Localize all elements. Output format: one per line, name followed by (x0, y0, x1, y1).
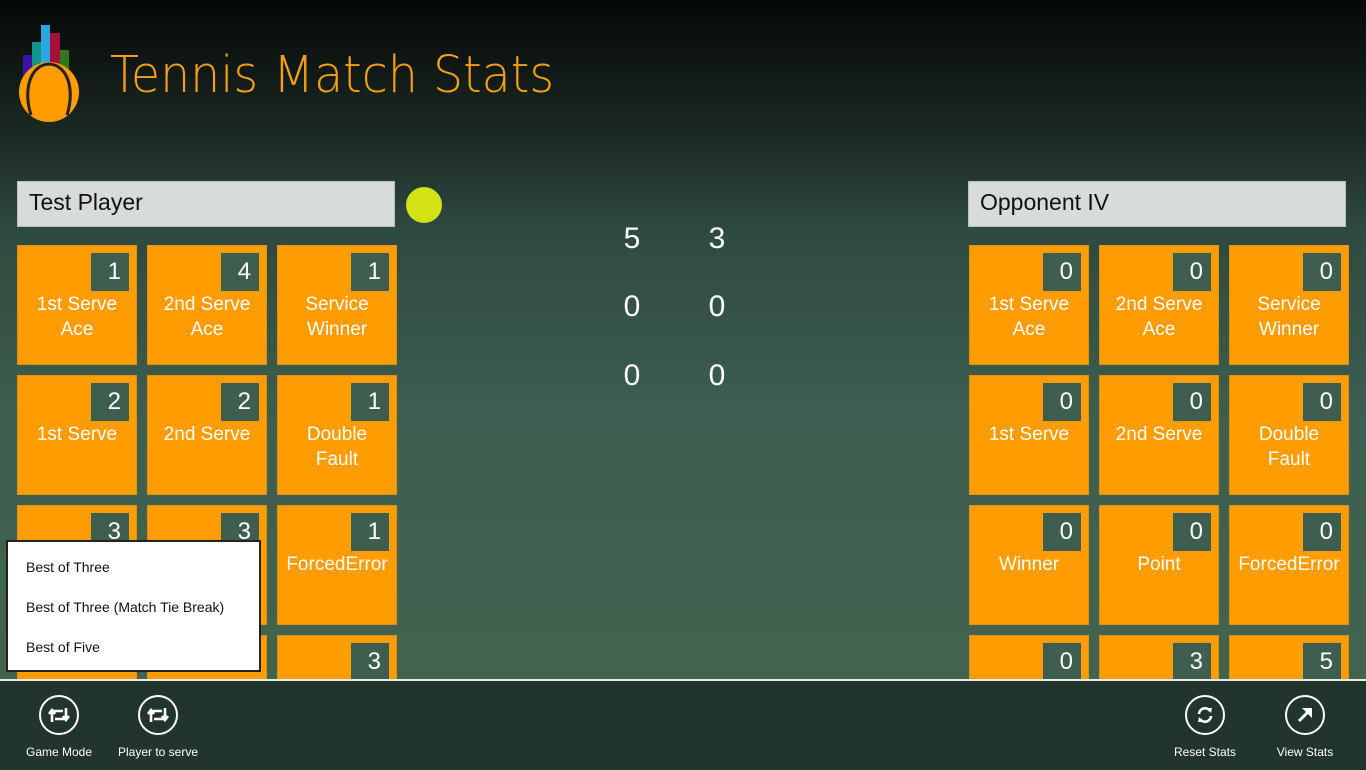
stat-count: 1 (351, 513, 389, 551)
stat-count: 2 (221, 383, 259, 421)
repeat-icon (138, 695, 178, 735)
opponent-stat-tile[interactable]: 0 (969, 635, 1089, 680)
stat-count: 0 (1043, 383, 1081, 421)
arrow-up-right-icon (1285, 695, 1325, 735)
opponent-stat-tile[interactable]: 0 Point (1099, 505, 1219, 625)
stat-count: 0 (1173, 383, 1211, 421)
refresh-icon (1185, 695, 1225, 735)
serving-indicator-icon (406, 187, 442, 223)
stat-count: 0 (1173, 253, 1211, 291)
stat-label: Service Winner (305, 294, 369, 340)
stat-count: 0 (1043, 513, 1081, 551)
stat-count: 0 (1303, 383, 1341, 421)
app-logo-icon (19, 25, 79, 122)
stat-label: 2nd Serve Ace (163, 294, 251, 340)
opponent-stat-tile[interactable]: 0 1st Serve (969, 375, 1089, 495)
stat-count: 2 (91, 383, 129, 421)
game-mode-button[interactable]: Game Mode (9, 695, 109, 759)
stat-count: 0 (1043, 643, 1081, 680)
stat-count: 1 (351, 383, 389, 421)
player-name-field[interactable]: Test Player (17, 181, 395, 227)
stat-count: 3 (351, 643, 389, 680)
stat-count: 0 (1173, 513, 1211, 551)
menu-item-best-of-five[interactable]: Best of Five (26, 639, 100, 655)
game-mode-menu: Best of Three Best of Three (Match Tie B… (6, 540, 261, 672)
player-stat-tile[interactable]: 1 ForcedError (277, 505, 397, 625)
stat-count: 3 (1173, 643, 1211, 680)
opponent-stat-tile[interactable]: 5 (1229, 635, 1349, 680)
player-stat-tile[interactable]: 1 Service Winner (277, 245, 397, 365)
opponent-stat-tile[interactable]: 0 Double Fault (1229, 375, 1349, 495)
player-stat-tile[interactable]: 1 Double Fault (277, 375, 397, 495)
game-mode-label: Game Mode (25, 745, 93, 759)
opponent-stat-tile[interactable]: 0 ForcedError (1229, 505, 1349, 625)
stat-label: 1st Serve (988, 424, 1070, 445)
stat-count: 0 (1043, 253, 1081, 291)
player-stat-tile[interactable]: 3 (277, 635, 397, 680)
opponent-name-field[interactable]: Opponent IV (968, 181, 1346, 227)
stat-label: ForcedError (286, 554, 388, 575)
stat-count: 4 (221, 253, 259, 291)
view-stats-button[interactable]: View Stats (1255, 695, 1355, 759)
stat-label: Service Winner (1257, 294, 1321, 340)
menu-item-best-of-three[interactable]: Best of Three (26, 559, 110, 575)
opponent-stat-tile[interactable]: 0 2nd Serve Ace (1099, 245, 1219, 365)
view-stats-label: View Stats (1276, 745, 1334, 759)
reset-stats-button[interactable]: Reset Stats (1155, 695, 1255, 759)
stat-label: 2nd Serve Ace (1115, 294, 1203, 340)
opponent-stat-tile[interactable]: 3 (1099, 635, 1219, 680)
stat-count: 0 (1303, 253, 1341, 291)
player-stat-tile[interactable]: 4 2nd Serve Ace (147, 245, 267, 365)
stat-count: 5 (1303, 643, 1341, 680)
opponent-stat-tile[interactable]: 0 Winner (969, 505, 1089, 625)
opponent-score-set-3: 0 (708, 359, 726, 392)
player-stat-tile[interactable]: 2 1st Serve (17, 375, 137, 495)
stat-count: 0 (1303, 513, 1341, 551)
player-stat-tile[interactable]: 1 1st Serve Ace (17, 245, 137, 365)
player-to-serve-button[interactable]: Player to serve (108, 695, 208, 759)
player-score-set-1: 5 (623, 222, 641, 255)
stat-label: Double Fault (306, 424, 368, 470)
player-score-set-3: 0 (623, 359, 641, 392)
player-stat-tile[interactable]: 2 2nd Serve (147, 375, 267, 495)
opponent-score-set-2: 0 (708, 290, 726, 323)
opponent-stat-tile[interactable]: 0 2nd Serve (1099, 375, 1219, 495)
opponent-stat-tile[interactable]: 0 1st Serve Ace (969, 245, 1089, 365)
reset-stats-label: Reset Stats (1173, 745, 1237, 759)
stat-count: 1 (91, 253, 129, 291)
stat-label: Double Fault (1258, 424, 1320, 470)
stat-label: 1st Serve Ace (988, 294, 1070, 340)
stat-label: 2nd Serve (1115, 424, 1203, 445)
opponent-stats-grid: 0 1st Serve Ace 0 2nd Serve Ace 0 Service Win… (969, 245, 1351, 680)
stat-label: 1st Serve (36, 424, 118, 445)
stat-label: ForcedError (1238, 554, 1340, 575)
repeat-icon (39, 695, 79, 735)
app-bar: Game Mode Player to serve Reset Stats Vi… (0, 679, 1366, 770)
opponent-score-set-1: 3 (708, 222, 726, 255)
stat-count: 1 (351, 253, 389, 291)
stat-label: 2nd Serve (163, 424, 251, 445)
opponent-stat-tile[interactable]: 0 Service Winner (1229, 245, 1349, 365)
player-score-set-2: 0 (623, 290, 641, 323)
menu-item-best-of-three-tiebreak[interactable]: Best of Three (Match Tie Break) (26, 599, 224, 615)
stat-label: Winner (998, 554, 1060, 575)
app-title: Tennis Match Stats (110, 46, 555, 105)
player-to-serve-label: Player to serve (117, 745, 199, 759)
stat-label: Point (1137, 554, 1181, 575)
stat-label: 1st Serve Ace (36, 294, 118, 340)
